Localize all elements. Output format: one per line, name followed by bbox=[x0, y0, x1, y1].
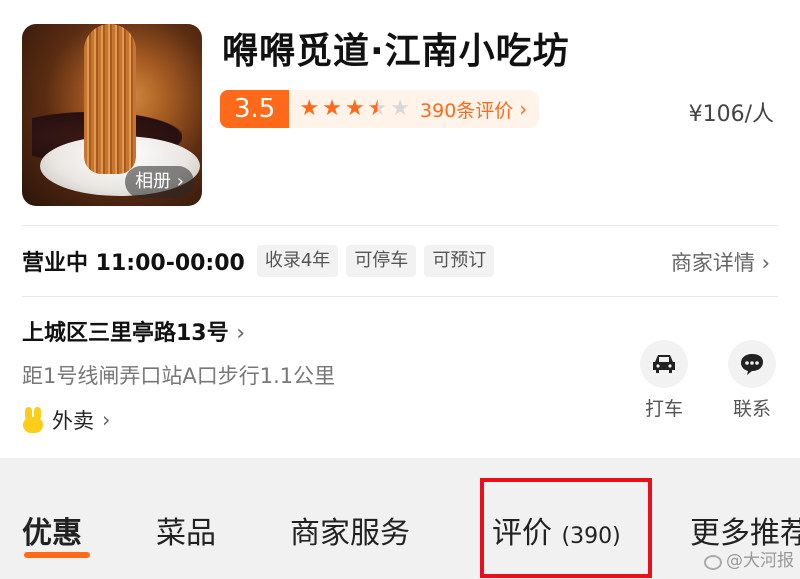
taxi-button[interactable]: 打车 bbox=[632, 340, 696, 421]
divider bbox=[22, 296, 778, 297]
contact-label: 联系 bbox=[732, 398, 771, 420]
address-text: 上城区三里亭路13号 bbox=[22, 321, 229, 346]
shop-title: 嘚嘚觅道·江南小吃坊 bbox=[222, 31, 570, 72]
tag-parking: 可停车 bbox=[346, 245, 417, 277]
divider bbox=[22, 225, 778, 226]
active-tab-indicator bbox=[24, 552, 90, 558]
shop-photo[interactable]: 相册 › bbox=[22, 24, 202, 206]
star-full-icon: ★ bbox=[322, 96, 342, 121]
hours-row: 营业中 11:00-00:00 收录4年 可停车 可预订 bbox=[22, 244, 495, 278]
delivery-bunny-icon bbox=[22, 407, 44, 433]
delivery-label: 外卖 bbox=[52, 409, 94, 433]
address-link[interactable]: 上城区三里亭路13号 › bbox=[22, 315, 245, 347]
taxi-label: 打车 bbox=[644, 398, 683, 420]
star-full-icon: ★ bbox=[344, 96, 365, 121]
tab-dishes[interactable]: 菜品 bbox=[156, 508, 216, 552]
photo-noodles bbox=[84, 24, 136, 174]
merchant-detail-link[interactable]: 商家详情 › bbox=[671, 247, 770, 277]
chevron-right-icon: › bbox=[236, 321, 246, 346]
review-count-link[interactable]: 390条评价 bbox=[420, 96, 513, 123]
merchant-detail-label: 商家详情 bbox=[670, 251, 755, 275]
tag-listed-years: 收录4年 bbox=[256, 245, 339, 277]
tab-offers[interactable]: 优惠 bbox=[22, 508, 82, 552]
star-empty-icon: ★ bbox=[390, 96, 411, 121]
car-icon bbox=[640, 340, 688, 388]
star-half-icon: ★ bbox=[367, 96, 388, 121]
price-per-person: ¥106/人 bbox=[688, 102, 774, 127]
shop-card: 相册 › 嘚嘚觅道·江南小吃坊 3.5 ★ ★ ★ ★ ★ 390条评价 › ¥… bbox=[0, 0, 800, 458]
star-rating: ★ ★ ★ ★ ★ bbox=[299, 98, 410, 120]
tag-reservation: 可预订 bbox=[424, 245, 495, 277]
chevron-right-icon: › bbox=[102, 408, 111, 432]
rating-row[interactable]: 3.5 ★ ★ ★ ★ ★ 390条评价 › bbox=[220, 90, 540, 128]
rating-summary[interactable]: ★ ★ ★ ★ ★ 390条评价 › bbox=[289, 90, 540, 128]
delivery-link[interactable]: 外卖 › bbox=[22, 405, 110, 435]
annotation-highlight-box bbox=[480, 478, 652, 578]
watermark-text: @大河报 bbox=[726, 551, 794, 571]
chat-icon bbox=[728, 340, 776, 388]
rating-score: 3.5 bbox=[220, 90, 290, 128]
business-hours: 营业中 11:00-00:00 bbox=[22, 251, 245, 276]
tab-services[interactable]: 商家服务 bbox=[290, 508, 410, 552]
weibo-icon bbox=[704, 552, 722, 570]
contact-button[interactable]: 联系 bbox=[720, 340, 784, 421]
album-button[interactable]: 相册 › bbox=[125, 166, 194, 198]
watermark: @大河报 bbox=[704, 546, 794, 571]
chevron-right-icon: › bbox=[176, 171, 184, 192]
tab-bar: 优惠 菜品 商家服务 评价 (390) 更多推荐 bbox=[0, 490, 800, 579]
distance-info: 距1号线闸弄口站A口步行1.1公里 bbox=[22, 364, 336, 388]
album-label: 相册 bbox=[135, 171, 172, 192]
chevron-right-icon: › bbox=[761, 251, 770, 275]
chevron-right-icon: › bbox=[519, 97, 528, 121]
star-full-icon: ★ bbox=[299, 96, 320, 121]
